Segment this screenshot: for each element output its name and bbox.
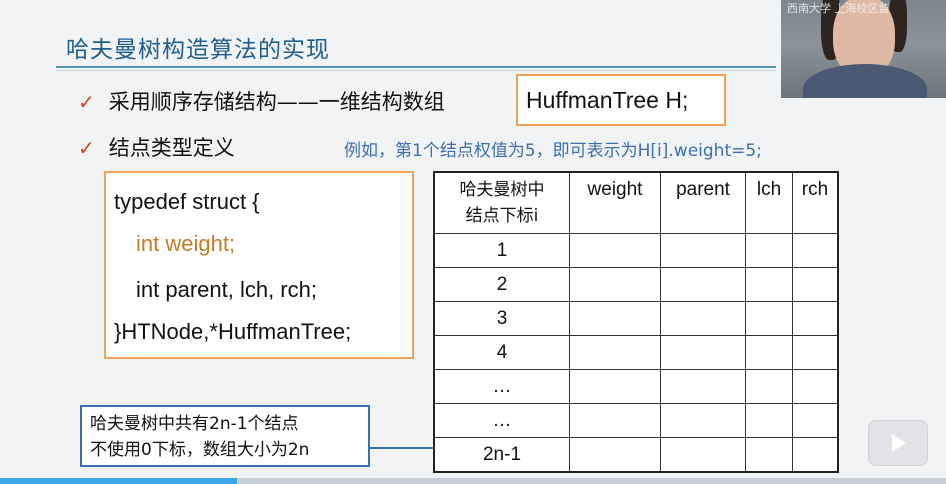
table-cell bbox=[660, 233, 746, 268]
table-cell bbox=[745, 233, 793, 268]
table-cell bbox=[660, 403, 746, 438]
table-cell bbox=[792, 369, 839, 404]
table-row: 4 bbox=[433, 335, 839, 370]
note-connector bbox=[370, 447, 434, 449]
code-block: typedef struct { int weight; int parent,… bbox=[104, 171, 414, 359]
table-cell bbox=[569, 233, 661, 268]
index-header-line: 结点下标i bbox=[465, 206, 539, 226]
column-header: lch bbox=[745, 171, 793, 234]
row-index: … bbox=[433, 403, 570, 438]
code-line: }HTNode,*HuffmanTree; bbox=[114, 319, 352, 344]
table-cell bbox=[745, 403, 793, 438]
table-cell bbox=[569, 335, 661, 370]
table-cell bbox=[745, 437, 793, 473]
table-cell bbox=[569, 369, 661, 404]
table-header-row: 哈夫曼树中 结点下标i weight parent lch rch bbox=[433, 171, 839, 234]
column-header: weight bbox=[569, 171, 661, 234]
row-index: … bbox=[433, 369, 570, 404]
table-cell bbox=[792, 403, 839, 438]
webcam-overlay: 西南大学 上海校区监 bbox=[781, 0, 946, 98]
table-row: 3 bbox=[433, 301, 839, 336]
check-icon: ✓ bbox=[78, 136, 95, 160]
presenter-body bbox=[803, 64, 927, 98]
video-progress-fill bbox=[0, 478, 237, 484]
row-index: 1 bbox=[433, 233, 570, 268]
title-divider-thin bbox=[56, 70, 776, 71]
code-line: int parent, lch, rch; bbox=[136, 277, 317, 302]
bullet-storage: ✓ 采用顺序存储结构——一维结构数组 bbox=[78, 86, 445, 116]
row-index: 3 bbox=[433, 301, 570, 336]
play-icon bbox=[892, 434, 906, 452]
table-cell bbox=[569, 267, 661, 302]
row-index: 2n-1 bbox=[433, 437, 570, 473]
huffman-node-table: 哈夫曼树中 结点下标i weight parent lch rch 1 2 3 … bbox=[433, 171, 839, 473]
table-cell bbox=[569, 301, 661, 336]
code-line-weight: int weight; bbox=[136, 231, 236, 256]
table-cell bbox=[745, 267, 793, 302]
play-button[interactable] bbox=[868, 420, 928, 466]
code-line: typedef struct { bbox=[114, 189, 260, 214]
bullet-node-type-text: 结点类型定义 bbox=[108, 136, 235, 160]
huffmantree-declaration-box: HuffmanTree H; bbox=[516, 74, 726, 126]
bullet-node-type: ✓ 结点类型定义 bbox=[78, 132, 235, 162]
check-icon: ✓ bbox=[78, 90, 95, 114]
index-header-line: 哈夫曼树中 bbox=[459, 180, 545, 200]
table-cell bbox=[660, 267, 746, 302]
table-row: 2 bbox=[433, 267, 839, 302]
table-row: 2n-1 bbox=[433, 437, 839, 473]
table-cell bbox=[660, 369, 746, 404]
table-cell bbox=[569, 403, 661, 438]
bullet-storage-text: 采用顺序存储结构——一维结构数组 bbox=[108, 90, 445, 114]
example-text: 例如，第1个结点权值为5，即可表示为H[i].weight=5; bbox=[344, 141, 762, 161]
row-index: 2 bbox=[433, 267, 570, 302]
table-cell bbox=[745, 301, 793, 336]
column-header: parent bbox=[660, 171, 746, 234]
table-row: … bbox=[433, 369, 839, 404]
table-cell bbox=[792, 233, 839, 268]
table-row: 1 bbox=[433, 233, 839, 268]
row-index: 4 bbox=[433, 335, 570, 370]
table-cell bbox=[745, 369, 793, 404]
table-cell bbox=[745, 335, 793, 370]
array-size-note: 哈夫曼树中共有2n-1个结点 不使用0下标，数组大小为2n bbox=[80, 405, 370, 467]
index-header: 哈夫曼树中 结点下标i bbox=[433, 171, 570, 234]
table-cell bbox=[792, 267, 839, 302]
table-cell bbox=[660, 335, 746, 370]
note-line: 不使用0下标，数组大小为2n bbox=[90, 440, 310, 460]
note-line: 哈夫曼树中共有2n-1个结点 bbox=[90, 414, 299, 434]
table-cell bbox=[792, 437, 839, 473]
table-cell bbox=[660, 437, 746, 473]
table-row: … bbox=[433, 403, 839, 438]
webcam-watermark: 西南大学 上海校区监 bbox=[787, 2, 890, 15]
table-cell bbox=[792, 301, 839, 336]
title-divider bbox=[56, 66, 776, 68]
column-header: rch bbox=[792, 171, 839, 234]
slide-title: 哈夫曼树构造算法的实现 bbox=[66, 37, 330, 63]
table-cell bbox=[569, 437, 661, 473]
table-cell bbox=[660, 301, 746, 336]
video-progress-bar[interactable] bbox=[0, 478, 946, 484]
table-cell bbox=[792, 335, 839, 370]
